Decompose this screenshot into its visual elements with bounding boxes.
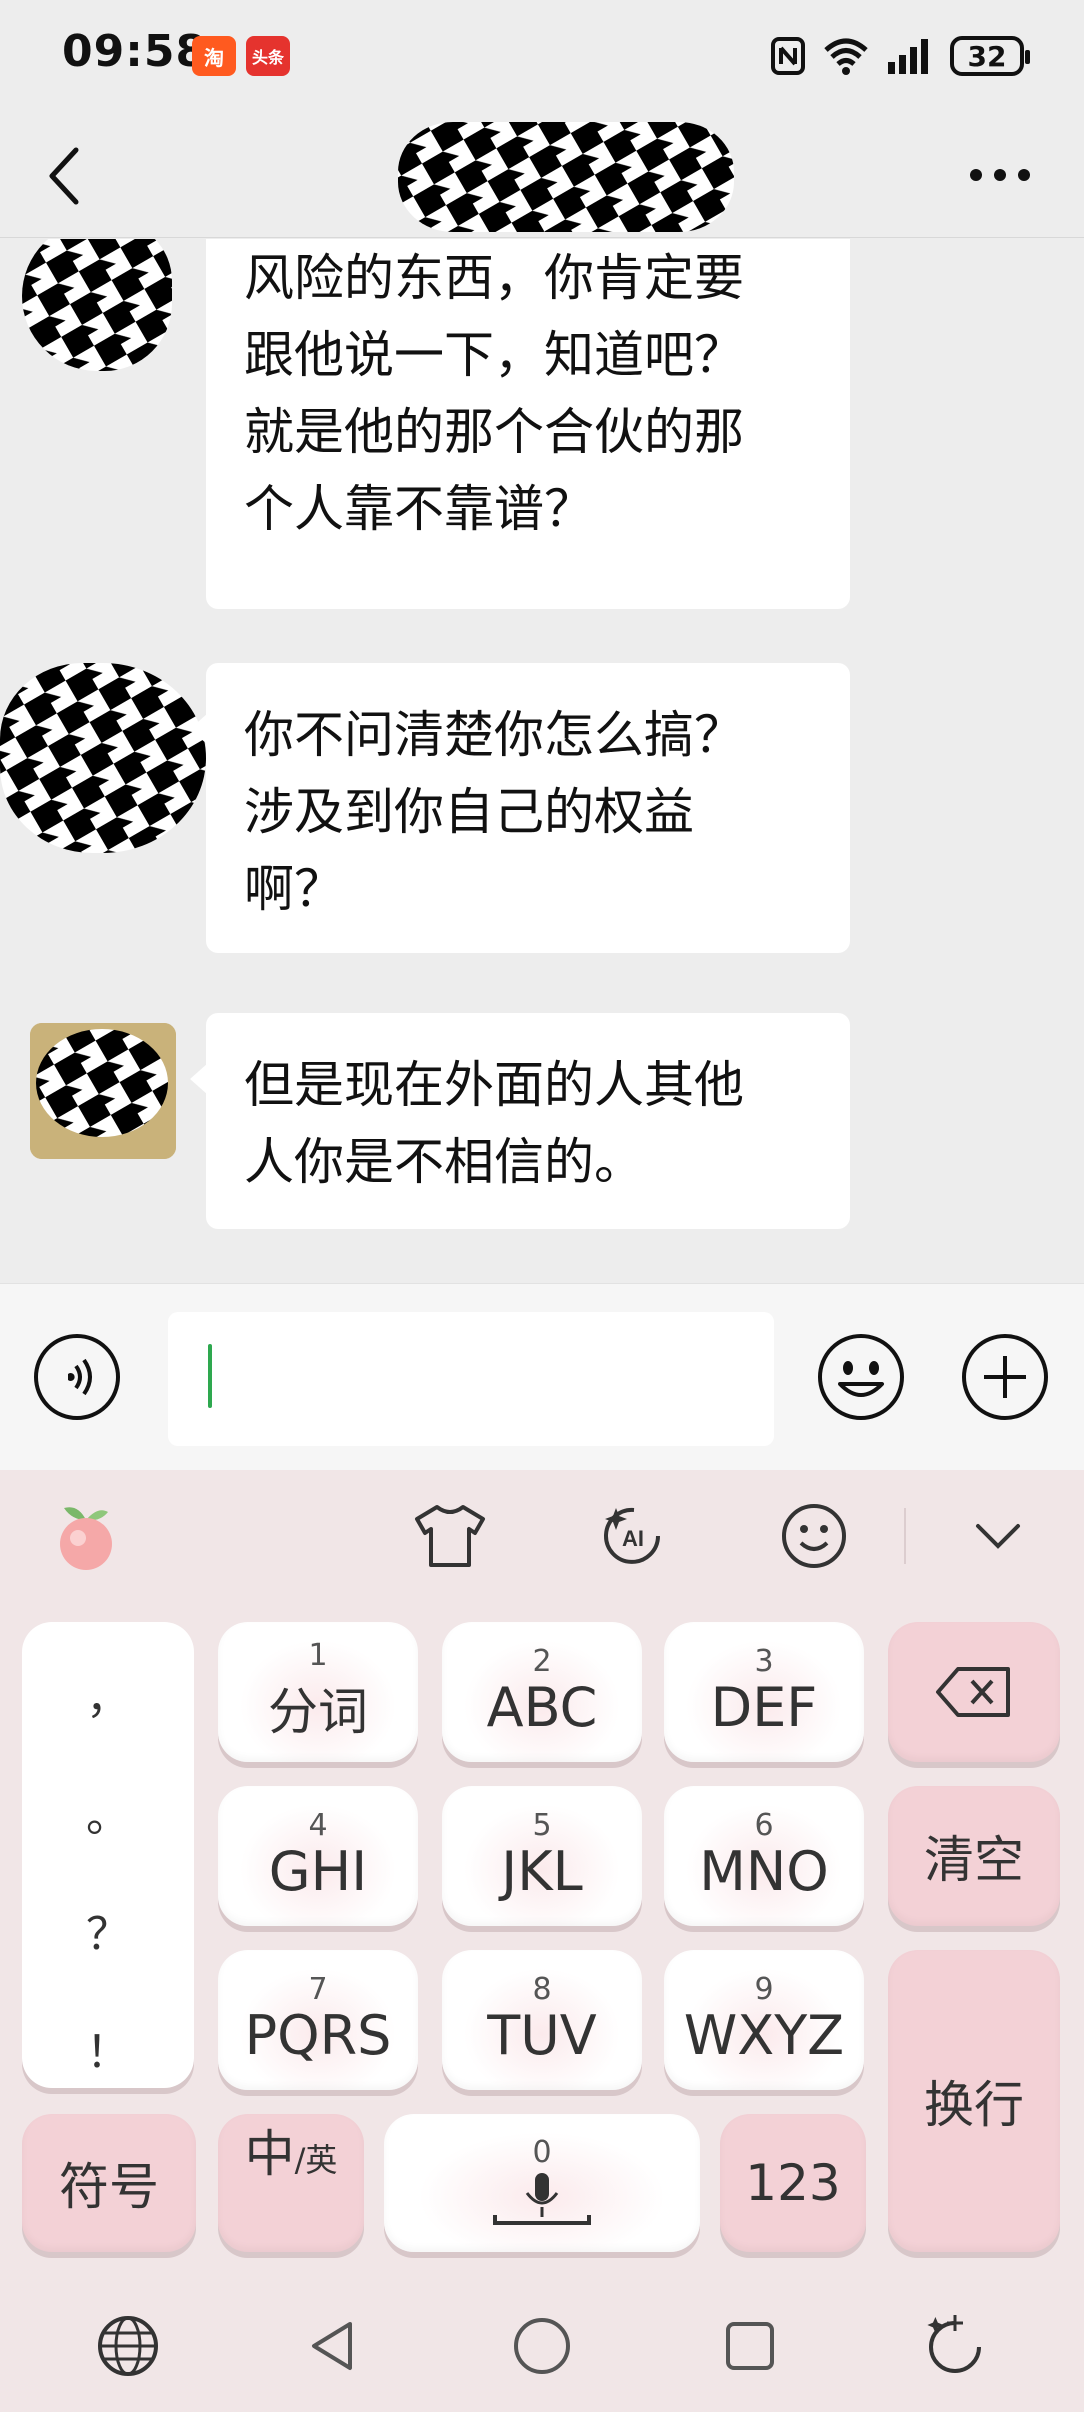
chevron-left-icon — [49, 147, 79, 205]
taobao-app-icon: 淘 — [192, 36, 236, 76]
globe-icon[interactable] — [88, 2306, 168, 2386]
status-time: 09:58 — [62, 26, 208, 77]
message-bubble[interactable]: 但是现在外面的人其他 人你是不相信的。 — [190, 1013, 850, 1229]
message-item: 你不问清楚你怎么搞？ 涉及到你自己的权益 啊？ — [0, 663, 1084, 953]
key-8[interactable]: 8 TUV — [442, 1950, 642, 2090]
status-bar: 09:58 淘 头条 32 — [0, 0, 1084, 112]
status-icons: 32 — [770, 30, 1030, 82]
language-switch-key[interactable]: 中 /英 — [218, 2114, 364, 2252]
punct-exclamation[interactable]: ！ — [22, 2016, 194, 2080]
plus-icon — [962, 1334, 1048, 1420]
svg-text:AI: AI — [622, 1526, 644, 1551]
nfc-icon — [770, 34, 806, 78]
keyboard: AI ， 。 ？ ！ 1 分词 2 ABC 3 DEF 4 GHI 5 JKL — [0, 1470, 1084, 2280]
shirt-icon[interactable] — [410, 1496, 490, 1576]
message-bubble[interactable]: 你现在是帮助别人运作 风险的东西，你肯定要 跟他说一下，知道吧？ 就是他的那个合… — [206, 239, 850, 609]
message-list[interactable]: 你现在是帮助别人运作 风险的东西，你肯定要 跟他说一下，知道吧？ 就是他的那个合… — [0, 239, 1084, 1283]
more-icon-dot — [1018, 169, 1030, 181]
key-3[interactable]: 3 DEF — [664, 1622, 864, 1762]
smiley-icon[interactable] — [774, 1496, 854, 1576]
text-cursor — [208, 1344, 212, 1408]
symbol-key[interactable]: 符号 — [22, 2114, 196, 2252]
avatar[interactable] — [30, 1023, 176, 1159]
back-triangle-icon[interactable] — [292, 2306, 372, 2386]
message-item: 但是现在外面的人其他 人你是不相信的。 — [0, 1013, 1084, 1229]
key-4[interactable]: 4 GHI — [218, 1786, 418, 1926]
recents-square-icon[interactable] — [710, 2306, 790, 2386]
message-item: 你现在是帮助别人运作 风险的东西，你肯定要 跟他说一下，知道吧？ 就是他的那个合… — [0, 239, 1084, 609]
number-keyboard-key[interactable]: 123 — [720, 2114, 866, 2252]
toutiao-app-icon: 头条 — [246, 36, 290, 76]
punctuation-column[interactable]: ， 。 ？ ！ — [22, 1622, 194, 2088]
key-5[interactable]: 5 JKL — [442, 1786, 642, 1926]
key-6[interactable]: 6 MNO — [664, 1786, 864, 1926]
chat-header — [0, 112, 1084, 238]
message-text: 但是现在外面的人其他 人你是不相信的。 — [244, 1056, 744, 1191]
key-9[interactable]: 9 WXYZ — [664, 1950, 864, 2090]
rotate-icon[interactable] — [916, 2306, 996, 2386]
peach-icon[interactable] — [46, 1496, 126, 1576]
key-2[interactable]: 2 ABC — [442, 1622, 642, 1762]
input-bar — [0, 1283, 1084, 1470]
toolbar-divider — [904, 1508, 906, 1564]
more-button[interactable] — [960, 150, 1040, 200]
message-input[interactable] — [168, 1312, 774, 1446]
clear-key[interactable]: 清空 — [888, 1786, 1060, 1926]
punct-comma[interactable]: ， — [22, 1662, 194, 1726]
home-circle-icon[interactable] — [502, 2306, 582, 2386]
avatar[interactable] — [22, 239, 172, 371]
voice-button[interactable] — [32, 1332, 122, 1422]
more-icon-dot — [970, 169, 982, 181]
punct-question[interactable]: ？ — [22, 1898, 194, 1962]
more-icon-dot — [994, 169, 1006, 181]
message-text: 你不问清楚你怎么搞？ 涉及到你自己的权益 啊？ — [244, 706, 744, 918]
chat-title-redacted — [398, 122, 734, 232]
message-bubble[interactable]: 你不问清楚你怎么搞？ 涉及到你自己的权益 啊？ — [190, 663, 850, 953]
signal-icon — [886, 34, 934, 78]
back-button[interactable] — [44, 136, 100, 216]
space-key[interactable]: 0 — [384, 2114, 700, 2252]
emoji-button[interactable] — [816, 1332, 906, 1422]
enter-key[interactable]: 换行 — [888, 1950, 1060, 2252]
message-text: 你现在是帮助别人运作 风险的东西，你肯定要 跟他说一下，知道吧？ 就是他的那个合… — [244, 249, 744, 538]
system-nav-bar — [0, 2280, 1084, 2412]
backspace-icon — [936, 1667, 1010, 1717]
more-actions-button[interactable] — [960, 1332, 1050, 1422]
avatar[interactable] — [0, 663, 206, 853]
key-1[interactable]: 1 分词 — [218, 1622, 418, 1762]
emoji-icon — [818, 1334, 904, 1420]
keyboard-toolbar: AI — [0, 1470, 1084, 1590]
delete-key[interactable] — [888, 1622, 1060, 1762]
punct-period[interactable]: 。 — [22, 1780, 194, 1844]
chevron-down-icon[interactable] — [958, 1496, 1038, 1576]
ai-icon[interactable]: AI — [594, 1496, 674, 1576]
voice-icon — [34, 1334, 120, 1420]
battery-indicator: 32 — [950, 36, 1030, 76]
key-7[interactable]: 7 PQRS — [218, 1950, 418, 2090]
wifi-icon — [822, 34, 870, 78]
microphone-icon — [493, 2173, 591, 2225]
